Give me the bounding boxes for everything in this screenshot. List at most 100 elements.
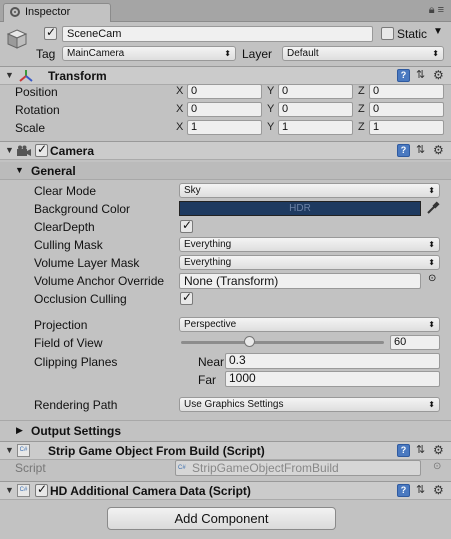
culling-mask-label: Culling Mask bbox=[34, 238, 103, 252]
script-field: C# StripGameObjectFromBuild bbox=[175, 460, 421, 476]
dropdown-arrow-icon: ⬍ bbox=[224, 49, 231, 58]
clear-depth-checkbox[interactable] bbox=[180, 218, 193, 233]
foldout-open-icon[interactable]: ▼ bbox=[15, 165, 24, 175]
object-picker-icon[interactable]: ⊙ bbox=[428, 273, 436, 284]
foldout-closed-icon[interactable]: ▶ bbox=[16, 425, 23, 436]
dropdown-arrow-icon: ⬍ bbox=[432, 49, 439, 58]
fov-value-field[interactable]: 60 bbox=[390, 335, 440, 350]
dropdown-arrow-icon: ⬍ bbox=[428, 240, 435, 249]
static-dropdown-arrow-icon[interactable]: ▼ bbox=[433, 26, 443, 37]
hd-camera-data-enabled-checkbox[interactable] bbox=[35, 482, 48, 497]
dropdown-arrow-icon: ⬍ bbox=[428, 320, 435, 329]
projection-value: Perspective bbox=[184, 319, 237, 330]
object-picker-icon[interactable]: ⊙ bbox=[433, 461, 441, 472]
static-checkbox[interactable] bbox=[381, 27, 394, 40]
occlusion-culling-checkbox[interactable] bbox=[180, 290, 193, 305]
volume-layer-mask-dropdown[interactable]: Everything ⬍ bbox=[179, 255, 440, 270]
tab-inspector[interactable]: Inspector bbox=[3, 3, 111, 22]
dropdown-arrow-icon: ⬍ bbox=[428, 258, 435, 267]
scale-y-field[interactable]: 1 bbox=[278, 120, 353, 135]
help-icon[interactable]: ? bbox=[397, 144, 410, 157]
camera-header[interactable]: ▼ Camera ? ⇅ ⚙ bbox=[0, 141, 451, 160]
help-icon[interactable]: ? bbox=[397, 444, 410, 457]
position-z-field[interactable]: 0 bbox=[369, 84, 444, 99]
position-y-field[interactable]: 0 bbox=[278, 84, 353, 99]
rotation-z-field[interactable]: 0 bbox=[369, 102, 444, 117]
hd-camera-data-header[interactable]: ▼ C# HD Additional Camera Data (Script) … bbox=[0, 481, 451, 500]
scale-z-field[interactable]: 1 bbox=[369, 120, 444, 135]
output-settings-header[interactable]: ▶ Output Settings bbox=[0, 420, 451, 440]
clear-depth-label: ClearDepth bbox=[34, 220, 95, 234]
preset-icon[interactable]: ⇅ bbox=[416, 483, 425, 496]
foldout-open-icon[interactable]: ▼ bbox=[5, 145, 14, 155]
help-icon[interactable]: ? bbox=[397, 69, 410, 82]
near-field[interactable]: 0.3 bbox=[225, 353, 440, 369]
tag-label: Tag bbox=[36, 47, 56, 61]
strip-script-header[interactable]: ▼ C# Strip Game Object From Build (Scrip… bbox=[0, 441, 451, 460]
script-label: Script bbox=[15, 461, 46, 475]
rendering-path-value: Use Graphics Settings bbox=[184, 399, 284, 410]
inspector-icon bbox=[10, 7, 20, 17]
help-icon[interactable]: ? bbox=[397, 484, 410, 497]
transform-axes-icon bbox=[19, 70, 33, 82]
tag-value: MainCamera bbox=[67, 48, 125, 59]
object-name-input[interactable]: SceneCam bbox=[62, 26, 373, 42]
clear-mode-dropdown[interactable]: Sky ⬍ bbox=[179, 183, 440, 198]
active-checkbox[interactable] bbox=[44, 25, 57, 40]
background-color-swatch[interactable]: HDR bbox=[179, 201, 421, 216]
camera-icon bbox=[17, 145, 31, 156]
near-label: Near bbox=[198, 355, 225, 369]
scale-label: Scale bbox=[15, 121, 46, 135]
general-title: General bbox=[31, 164, 76, 178]
axis-z-label[interactable]: Z bbox=[358, 121, 365, 133]
preset-icon[interactable]: ⇅ bbox=[416, 443, 425, 456]
foldout-open-icon[interactable]: ▼ bbox=[5, 445, 14, 455]
layer-dropdown[interactable]: Default ⬍ bbox=[282, 46, 444, 61]
fov-slider-thumb[interactable] bbox=[244, 336, 256, 347]
projection-dropdown[interactable]: Perspective ⬍ bbox=[179, 317, 440, 332]
axis-x-label[interactable]: X bbox=[176, 121, 183, 133]
projection-label: Projection bbox=[34, 318, 88, 332]
rotation-y-field[interactable]: 0 bbox=[278, 102, 353, 117]
gear-icon[interactable]: ⚙ bbox=[433, 143, 444, 157]
rendering-path-dropdown[interactable]: Use Graphics Settings ⬍ bbox=[179, 397, 440, 412]
axis-z-label[interactable]: Z bbox=[358, 103, 365, 115]
position-x-field[interactable]: 0 bbox=[187, 84, 262, 99]
preset-icon[interactable]: ⇅ bbox=[416, 143, 425, 156]
script-value: StripGameObjectFromBuild bbox=[192, 461, 339, 475]
gameobject-cube-icon bbox=[6, 29, 28, 49]
volume-layer-mask-value: Everything bbox=[184, 257, 232, 268]
volume-anchor-field[interactable]: None (Transform) bbox=[179, 273, 421, 289]
eyedropper-icon[interactable] bbox=[426, 201, 440, 215]
lock-menu-icon[interactable]: 🔒︎≡ bbox=[429, 4, 447, 17]
axis-z-label[interactable]: Z bbox=[358, 85, 365, 97]
gear-icon[interactable]: ⚙ bbox=[433, 443, 444, 457]
axis-y-label[interactable]: Y bbox=[267, 85, 274, 97]
csharp-script-icon: C# bbox=[178, 465, 186, 471]
layer-value: Default bbox=[287, 48, 319, 59]
rotation-label: Rotation bbox=[15, 103, 60, 117]
transform-title: Transform bbox=[48, 69, 107, 83]
volume-layer-mask-label: Volume Layer Mask bbox=[34, 256, 140, 270]
far-field[interactable]: 1000 bbox=[225, 371, 440, 387]
foldout-open-icon[interactable]: ▼ bbox=[5, 485, 14, 495]
add-component-button[interactable]: Add Component bbox=[107, 507, 336, 530]
scale-x-field[interactable]: 1 bbox=[187, 120, 262, 135]
tag-dropdown[interactable]: MainCamera ⬍ bbox=[62, 46, 236, 61]
axis-y-label[interactable]: Y bbox=[267, 103, 274, 115]
culling-mask-dropdown[interactable]: Everything ⬍ bbox=[179, 237, 440, 252]
gear-icon[interactable]: ⚙ bbox=[433, 68, 444, 82]
camera-enabled-checkbox[interactable] bbox=[35, 142, 48, 157]
fov-slider-track[interactable] bbox=[181, 341, 384, 344]
static-label: Static bbox=[397, 27, 428, 41]
axis-x-label[interactable]: X bbox=[176, 103, 183, 115]
foldout-open-icon[interactable]: ▼ bbox=[5, 70, 14, 80]
rotation-x-field[interactable]: 0 bbox=[187, 102, 262, 117]
transform-header[interactable]: ▼ Transform ? ⇅ ⚙ bbox=[0, 66, 451, 85]
general-section-header[interactable]: ▼ General bbox=[0, 162, 451, 180]
axis-x-label[interactable]: X bbox=[176, 85, 183, 97]
preset-icon[interactable]: ⇅ bbox=[416, 68, 425, 81]
axis-y-label[interactable]: Y bbox=[267, 121, 274, 133]
dropdown-arrow-icon: ⬍ bbox=[428, 186, 435, 195]
gear-icon[interactable]: ⚙ bbox=[433, 483, 444, 497]
